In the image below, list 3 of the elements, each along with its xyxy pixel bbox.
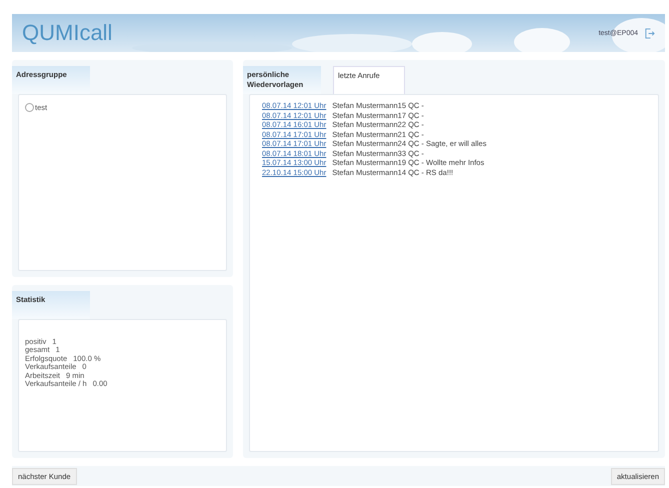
logout-icon[interactable]	[644, 28, 655, 38]
radio-button[interactable]	[25, 103, 34, 112]
logo: QUMIcall	[22, 20, 112, 46]
